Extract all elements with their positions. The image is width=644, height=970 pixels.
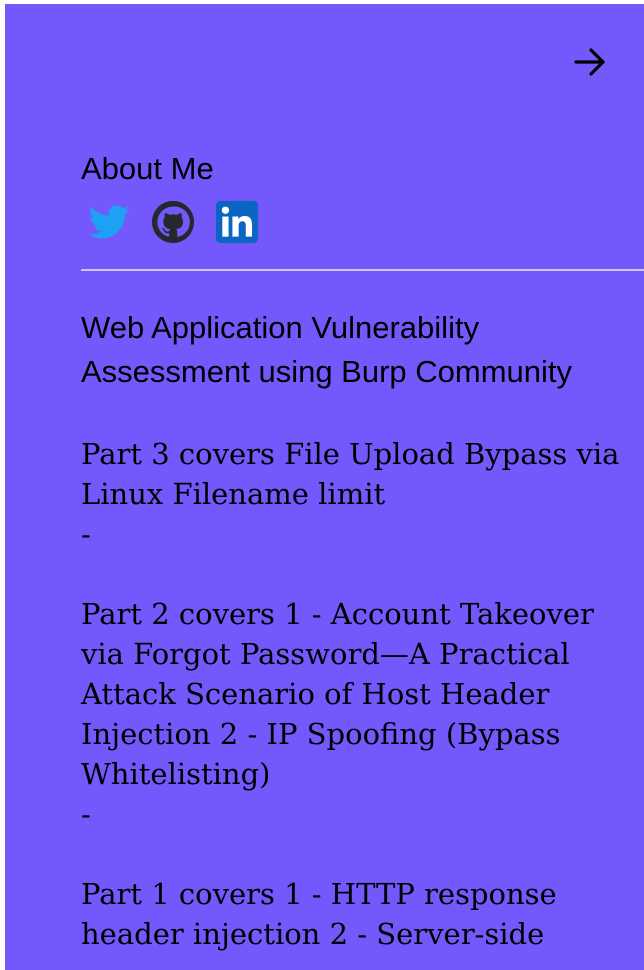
post-part-separator: - [81,797,91,831]
post-part-text: Part 3 covers File Upload Bypass via Lin… [81,437,620,511]
github-link[interactable] [151,200,195,244]
arrow-right-icon [574,48,605,76]
divider [81,269,644,271]
next-arrow-button[interactable] [572,44,608,80]
twitter-icon [88,205,130,239]
post-title-link[interactable]: Web Application Vulnerability Assessment… [81,306,641,394]
post-part-text: Part 1 covers 1 - HTTP response header i… [81,877,557,951]
post-part: Part 1 covers 1 - HTTP response header i… [81,874,641,954]
sidebar-panel: About Me Web Application Vulnerability A… [5,4,644,970]
github-icon [151,200,195,244]
twitter-link[interactable] [87,200,131,244]
linkedin-icon [215,200,259,244]
social-links [87,200,259,244]
post-parts-list: Part 3 covers File Upload Bypass via Lin… [81,434,641,970]
post-part: Part 2 covers 1 - Account Takeover via F… [81,594,641,834]
post-part-separator: - [81,517,91,551]
post-part: Part 3 covers File Upload Bypass via Lin… [81,434,641,554]
linkedin-link[interactable] [215,200,259,244]
post-part-text: Part 2 covers 1 - Account Takeover via F… [81,597,594,791]
about-me-heading: About Me [81,151,214,186]
